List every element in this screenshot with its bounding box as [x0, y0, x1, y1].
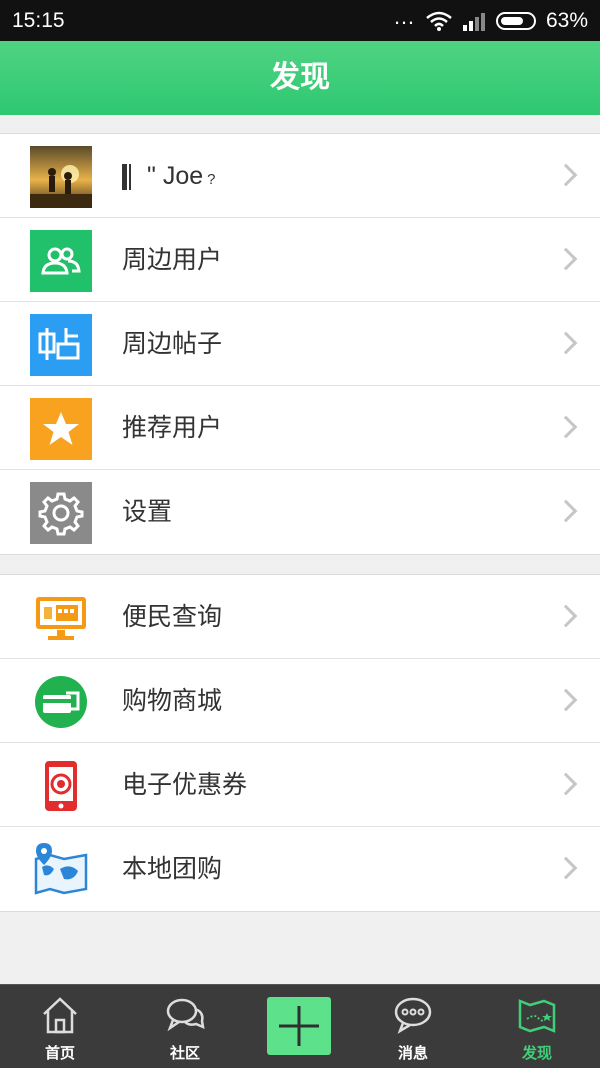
chevron-right-icon: [554, 163, 578, 187]
menu-item-shopping-mall[interactable]: 购物商城: [0, 659, 600, 743]
menu-item-label: 本地团购: [122, 855, 223, 883]
tab-community[interactable]: 社区: [125, 985, 245, 1068]
gear-icon: [30, 482, 92, 544]
menu-item-settings[interactable]: 设置: [0, 470, 600, 554]
tab-label: 社区: [169, 1044, 200, 1062]
menu-item-public-inquiry[interactable]: 便民查询: [0, 575, 600, 659]
chevron-right-icon: [554, 415, 578, 439]
chevron-right-icon: [554, 499, 578, 523]
menu-item-recommended-users[interactable]: 推荐用户: [0, 386, 600, 470]
monitor-icon: [36, 597, 86, 640]
chevron-right-icon: [554, 688, 578, 712]
more-dots-icon: …: [392, 3, 416, 29]
chevron-right-icon: [554, 331, 578, 355]
menu-item-e-coupon[interactable]: 电子优惠券: [0, 743, 600, 827]
menu-item-label: 设置: [122, 498, 173, 526]
tab-messages[interactable]: 消息: [353, 985, 473, 1068]
menu-item-local-group-buy[interactable]: 本地团购: [0, 827, 600, 911]
menu-item-label: 电子优惠券: [122, 771, 248, 799]
profile-name-suffix: ?: [207, 171, 216, 188]
menu-item-label: 周边用户: [122, 246, 223, 274]
users-icon: [30, 230, 92, 292]
bottom-tab-bar: 首页 社区 消息 发现: [0, 984, 600, 1068]
menu-item-label: 便民查询: [122, 603, 223, 631]
menu-item-nearby-users[interactable]: 周边用户: [0, 218, 600, 302]
menu-item-label: 推荐用户: [122, 414, 223, 442]
avatar: [30, 146, 92, 208]
page-header: 发现: [0, 41, 600, 115]
add-post-button[interactable]: [267, 997, 331, 1055]
tab-home[interactable]: 首页: [0, 985, 120, 1068]
chevron-right-icon: [554, 772, 578, 796]
status-bar: 15:15 … 63%: [0, 0, 600, 41]
menu-group-primary: " Joe? 周边用户 周边帖子 推荐用户 设置: [0, 133, 600, 555]
tab-label: 发现: [521, 1044, 552, 1062]
status-time: 15:15: [12, 8, 65, 32]
menu-item-label: 周边帖子: [122, 330, 223, 358]
menu-item-nearby-posts[interactable]: 周边帖子: [0, 302, 600, 386]
chat-icon: [166, 998, 205, 1032]
profile-name-text: " Joe: [147, 162, 204, 190]
plus-icon: [279, 1006, 319, 1046]
chevron-right-icon: [554, 604, 578, 628]
page-title: 发现: [270, 60, 330, 95]
wifi-icon: [426, 11, 452, 31]
menu-group-services: 便民查询 购物商城 电子优惠券 本地团购: [0, 574, 600, 912]
tab-label: 首页: [44, 1044, 75, 1062]
battery-icon: [495, 11, 536, 30]
signal-icon: [462, 12, 485, 31]
discover-map-icon: [518, 999, 556, 1033]
star-icon: [30, 398, 92, 460]
map-icon: [34, 843, 88, 895]
tab-label: 消息: [397, 1044, 428, 1062]
home-icon: [43, 997, 77, 1034]
phone-coupon-icon: [45, 761, 77, 811]
battery-percent: 63%: [545, 8, 588, 32]
profile-name: " Joe?: [122, 134, 215, 222]
profile-row[interactable]: " Joe?: [0, 134, 600, 218]
chevron-right-icon: [554, 856, 578, 880]
tab-discover[interactable]: 发现: [477, 985, 597, 1068]
card-icon: [35, 676, 87, 728]
chevron-right-icon: [554, 247, 578, 271]
menu-item-label: 购物商城: [122, 687, 223, 715]
message-icon: [394, 997, 432, 1034]
post-icon: [30, 314, 92, 376]
